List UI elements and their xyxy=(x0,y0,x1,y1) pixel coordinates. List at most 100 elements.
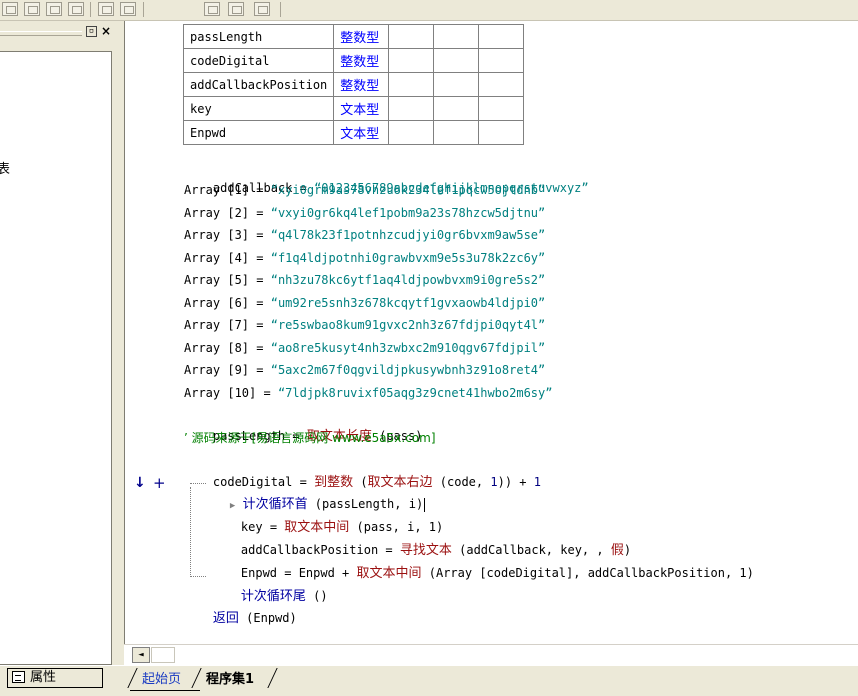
align-bottom-icon[interactable] xyxy=(68,2,84,16)
paren: )) xyxy=(497,475,513,489)
variable-type[interactable]: 整数型 xyxy=(333,72,390,97)
variable-row[interactable]: passLength 整数型 xyxy=(182,24,525,49)
array-assignment-line[interactable]: Array [9] = “5axc2m67f0qgvildjpkusywbnh3… xyxy=(184,360,545,381)
properties-tab[interactable]: 属性 xyxy=(7,668,103,688)
arguments: () xyxy=(305,589,328,603)
variable-row[interactable]: addCallbackPosition 整数型 xyxy=(182,72,525,97)
array-target: Array [1] xyxy=(184,183,250,197)
operator: = xyxy=(249,183,271,197)
variable-cell[interactable] xyxy=(433,72,480,97)
array-target: Array [3] xyxy=(184,228,250,242)
variable-type[interactable]: 文本型 xyxy=(333,96,390,121)
operator: = xyxy=(249,250,271,265)
variable-cell[interactable] xyxy=(433,96,480,121)
operator: = xyxy=(249,205,271,220)
tab-divider xyxy=(267,668,278,688)
operator: = xyxy=(256,385,278,400)
variable-row[interactable]: key 文本型 xyxy=(182,96,525,121)
variable-cell[interactable] xyxy=(388,24,435,49)
variable-cell[interactable] xyxy=(433,120,480,145)
code-line[interactable]: addCallbackPosition = 寻找文本 (addCallback,… xyxy=(212,519,631,558)
scroll-thumb[interactable] xyxy=(151,647,175,663)
code-line[interactable]: codeDigital = 到整数 (取文本右边 (code, 1)) + 1 xyxy=(184,451,541,490)
array-assignment-line[interactable]: Array [1] = “xyi0grm9as78vhzu6k234lef1pq… xyxy=(184,180,545,201)
breakpoint-arrow-icon[interactable]: ↓ xyxy=(134,473,146,494)
code-line[interactable]: key = 取文本中间 (pass, i, 1) xyxy=(212,496,443,535)
variable-type[interactable]: 整数型 xyxy=(333,48,390,73)
array-assignment-line[interactable]: Array [5] = “nh3zu78kc6ytf1aq4ldjpowbvxm… xyxy=(184,270,545,291)
tab-start-page[interactable]: 起始页 xyxy=(132,670,185,690)
array-target: Array [8] xyxy=(184,340,250,355)
variable-cell[interactable] xyxy=(388,96,435,121)
code-editor[interactable]: passLength 整数型 codeDigital 整数型 addCallbackPo… xyxy=(124,21,858,644)
variable-cell[interactable] xyxy=(478,24,525,49)
variable-cell[interactable] xyxy=(478,72,525,97)
loop-guide-bottom xyxy=(190,576,206,577)
string-literal: “xyi0grm9as78vhzu6k234lef1pqcw5ojtdnb” xyxy=(270,183,546,197)
string-literal: “7ldjpk8ruvixf05aqg3z9cnet41hwbo2m6sy” xyxy=(277,385,553,400)
variable-name[interactable]: passLength xyxy=(182,24,335,49)
array-assignment-line[interactable]: Array [8] = “ao8re5kusyt4nh3zwbxc2m910qg… xyxy=(184,338,545,359)
loop-head-line[interactable]: ▶ 计次循环首 (passLength, i) xyxy=(201,473,426,512)
string-literal: “vxyi0gr6kq4lef1pobm9a23s78hzcw5djtnu” xyxy=(270,205,546,220)
panel-titlebar: ▫ × xyxy=(0,25,117,39)
array-assignment-line[interactable]: Array [6] = “um92re5snh3z678kcqytf1gvxao… xyxy=(184,293,545,314)
close-icon[interactable]: × xyxy=(100,25,112,37)
variable-cell[interactable] xyxy=(478,48,525,73)
variable-cell[interactable] xyxy=(433,48,480,73)
space-horizontal-icon[interactable] xyxy=(98,2,114,16)
variable-cell[interactable] xyxy=(388,48,435,73)
panel-item-text[interactable]: 表 xyxy=(0,158,10,177)
string-literal: “um92re5snh3z678kcqytf1gvxaowb4ldjpi0” xyxy=(270,295,546,310)
panel-grip[interactable] xyxy=(0,31,82,36)
variable-row[interactable]: Enpwd 文本型 xyxy=(182,120,525,145)
maximize-icon[interactable]: ▫ xyxy=(86,26,97,37)
code-line[interactable]: Enpwd = Enpwd + 取文本中间 (Array [codeDigita… xyxy=(212,542,754,581)
same-size-icon[interactable] xyxy=(254,2,270,16)
variable-name[interactable]: key xyxy=(182,96,335,121)
space-vertical-icon[interactable] xyxy=(120,2,136,16)
comment-line[interactable]: ’ 源码来源于[易语言源码网 www.e5a5x.com] xyxy=(184,428,436,449)
array-assignment-line[interactable]: Array [3] = “q4l78k23f1potnhzcudjyi0gr6b… xyxy=(184,225,545,246)
string-literal: “re5swbao8kum91gvxc2nh3z67fdjpi0qyt4l” xyxy=(270,318,546,332)
variable-cell[interactable] xyxy=(433,24,480,49)
array-target: Array [6] xyxy=(184,295,250,310)
expand-plus-icon[interactable]: + xyxy=(153,473,166,494)
toolbar-separator xyxy=(143,2,144,17)
align-grid-icon[interactable] xyxy=(2,2,18,16)
code-line[interactable]: addCallback = “0123456789abcdefghijklmno… xyxy=(184,157,589,195)
operator: = xyxy=(249,273,271,287)
string-literal: “nh3zu78kc6ytf1aq4ldjpowbvxm9i0gre5s2” xyxy=(270,273,546,287)
return-keyword: 返回 xyxy=(212,611,239,626)
string-literal: “ao8re5kusyt4nh3zwbxc2m910qgv67fdjpil” xyxy=(270,340,546,355)
operator: = xyxy=(249,340,271,355)
loop-guide xyxy=(190,487,191,577)
horizontal-scrollbar[interactable]: ◄ xyxy=(124,644,858,665)
operator: = xyxy=(249,318,271,332)
code-line[interactable]: passLength = 取文本长度 (pass) xyxy=(184,405,423,444)
variable-cell[interactable] xyxy=(388,72,435,97)
array-assignment-line[interactable]: Array [2] = “vxyi0gr6kq4lef1pobm9a23s78h… xyxy=(184,203,545,224)
array-assignment-line[interactable]: Array [10] = “7ldjpk8ruvixf05aqg3z9cnet4… xyxy=(184,383,552,404)
same-width-icon[interactable] xyxy=(204,2,220,16)
scroll-left-icon[interactable]: ◄ xyxy=(132,647,150,663)
tab-program-set[interactable]: 程序集1 xyxy=(198,670,262,690)
variable-type[interactable]: 文本型 xyxy=(333,120,390,145)
same-height-icon[interactable] xyxy=(228,2,244,16)
array-assignment-line[interactable]: Array [7] = “re5swbao8kum91gvxc2nh3z67fd… xyxy=(184,315,545,336)
variable-name[interactable]: codeDigital xyxy=(182,48,335,73)
loop-tail-line[interactable]: 计次循环尾 () xyxy=(212,565,328,604)
variable-name[interactable]: Enpwd xyxy=(182,120,335,145)
align-center-icon[interactable] xyxy=(24,2,40,16)
variable-type[interactable]: 整数型 xyxy=(333,24,390,49)
align-top-icon[interactable] xyxy=(46,2,62,16)
variable-name[interactable]: addCallbackPosition xyxy=(182,72,335,97)
variable-cell[interactable] xyxy=(478,120,525,145)
panel-content[interactable]: 表 xyxy=(0,51,112,665)
variable-cell[interactable] xyxy=(478,96,525,121)
array-assignment-line[interactable]: Array [4] = “f1q4ldjpotnhi0grawbvxm9e5s3… xyxy=(184,248,545,269)
return-line[interactable]: 返回 (Enpwd) xyxy=(184,587,297,626)
variable-row[interactable]: codeDigital 整数型 xyxy=(182,48,525,73)
variable-cell[interactable] xyxy=(388,120,435,145)
number-literal: 1 xyxy=(533,475,541,489)
